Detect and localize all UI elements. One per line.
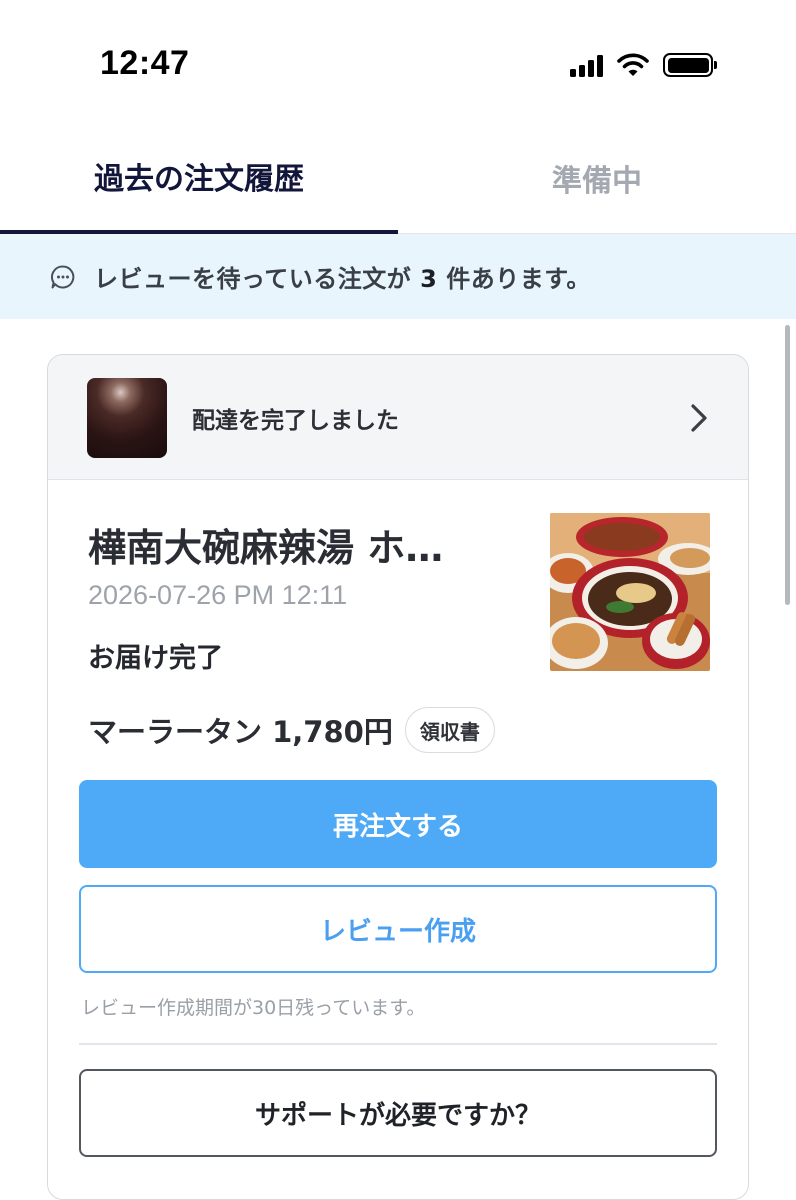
order-card-header[interactable]: 配達を完了しました [48,355,748,480]
banner-text: レビューを待っている注文が 3 件あります。 [94,265,591,293]
order-date: 2026-07-26 PM 12:11 [88,580,348,610]
store-name[interactable]: 樺南大碗麻辣湯 ホ… [88,517,518,572]
status-time: 12:47 [100,44,190,82]
order-tabs: 過去の注文履歴 準備中 [0,122,796,234]
scrollbar[interactable] [785,325,790,605]
order-status: お届け完了 [88,643,223,674]
pending-review-count: 3 [420,265,438,293]
write-review-button[interactable]: レビュー作成 [79,885,717,973]
review-period-note: レビュー作成期間が30日残っています。 [81,997,426,1019]
tab-past-orders[interactable]: 過去の注文履歴 [0,122,398,234]
receipt-button[interactable]: 領収書 [404,707,495,753]
order-summary: マーラータン 1,780円 領収書 [88,707,495,753]
order-card: 配達を完了しました 樺南大碗麻辣湯 ホ… 2026-07-26 PM 12:11… [47,354,749,1200]
cellular-signal-icon [570,53,603,77]
chat-bubble-icon [51,265,75,288]
wifi-icon [617,53,649,76]
food-image [550,513,710,671]
order-item-and-price: マーラータン 1,780円 [88,715,393,749]
tab-preparing[interactable]: 準備中 [398,122,796,234]
divider [79,1043,717,1045]
support-button[interactable]: サポートが必要ですか？ [79,1069,717,1157]
store-thumbnail [87,378,167,458]
status-icons [570,50,717,80]
battery-icon [663,53,717,77]
reorder-button[interactable]: 再注文する [79,780,717,868]
delivery-status-label: 配達を完了しました [192,408,399,434]
status-bar: 12:47 [0,0,796,120]
review-pending-banner[interactable]: レビューを待っている注文が 3 件あります。 [0,234,796,319]
chevron-right-icon[interactable] [684,401,714,435]
